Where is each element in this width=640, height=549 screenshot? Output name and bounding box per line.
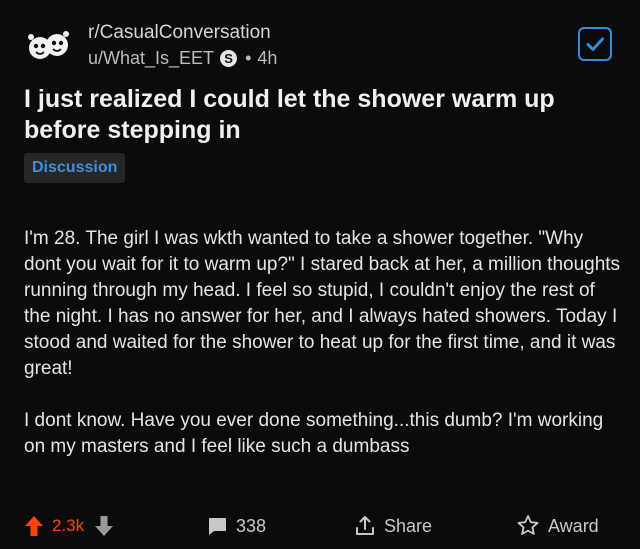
comment-bubble-icon [209,518,226,535]
save-check-icon [586,37,604,51]
comments-count: 338 [236,515,267,536]
vote-score: 2.3k [52,516,85,535]
author-meta: u/What_Is_EET S • 4h [88,48,277,69]
post-body-paragraph: I dont know. Have you ever done somethin… [24,410,604,457]
post-screen: r/CasualConversation u/What_Is_EET S • 4… [0,0,640,549]
post-title[interactable]: I just realized I could let the shower w… [24,84,616,146]
subreddit-avatar-icon[interactable] [26,26,70,66]
award-icon [517,515,539,535]
post-flair[interactable]: Discussion [24,153,126,183]
action-bar: 2.3k 338 Share Award [24,510,616,542]
post-header: r/CasualConversation u/What_Is_EET S • 4… [24,18,616,74]
save-button[interactable] [578,27,612,61]
share-icon [356,516,374,535]
comments-button[interactable]: 338 [206,510,266,542]
post-age: 4h [257,48,278,68]
meta-separator: • [245,48,252,68]
subreddit-name[interactable]: r/CasualConversation [88,22,271,44]
share-button[interactable]: Share [354,510,432,542]
post-body: I'm 28. The girl I was wkth wanted to ta… [24,226,624,486]
upvote-arrow-icon[interactable] [24,515,44,537]
downvote-arrow-icon[interactable] [94,515,114,537]
author-badge-icon: S [220,50,238,67]
post-body-paragraph: I'm 28. The girl I was wkth wanted to ta… [24,228,621,379]
vote-controls: 2.3k [24,510,114,542]
author-name[interactable]: u/What_Is_EET [88,48,214,69]
award-label: Award [548,515,599,536]
award-button[interactable]: Award [516,510,599,542]
share-label: Share [384,515,433,536]
